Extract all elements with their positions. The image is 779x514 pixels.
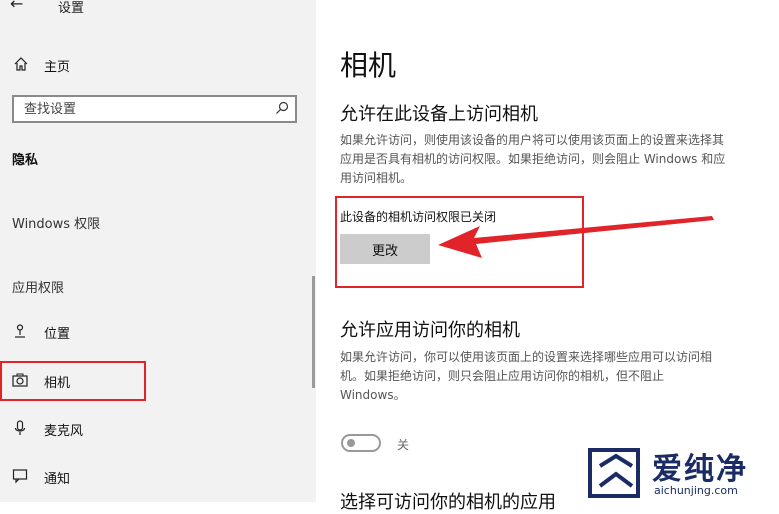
notification-icon <box>12 469 28 484</box>
sidebar-scrollbar[interactable] <box>312 276 315 388</box>
main-content: 相机 允许在此设备上访问相机 如果允许访问，则使用该设备的用户将可以使用该页面上… <box>316 0 779 513</box>
watermark-brand: 爱纯净 <box>652 452 748 487</box>
watermark: 爱纯净 aichunjing.com <box>586 444 779 502</box>
microphone-icon <box>14 420 26 435</box>
search-box[interactable] <box>12 95 297 123</box>
sidebar-item-label: 位置 <box>44 327 71 342</box>
camera-icon <box>12 373 28 387</box>
app-access-heading: 允许应用访问你的相机 <box>340 320 520 341</box>
search-input[interactable] <box>14 97 264 121</box>
section-windows-permissions: Windows 权限 <box>12 217 101 232</box>
choose-apps-heading: 选择可访问你的相机的应用 <box>340 492 556 513</box>
sidebar-item-notifications[interactable]: 通知 <box>0 456 316 496</box>
device-access-heading: 允许在此设备上访问相机 <box>340 104 538 125</box>
watermark-domain: aichunjing.com <box>654 484 738 497</box>
sidebar: ← 设置 主页 隐私 Windows 权限 应用权限 位置 相机 <box>0 0 316 502</box>
home-nav-item[interactable]: 主页 <box>0 50 316 80</box>
window-title: 设置 <box>58 1 85 16</box>
section-app-permissions: 应用权限 <box>12 281 65 296</box>
search-icon[interactable] <box>275 101 289 115</box>
app-access-description: 如果允许访问，你可以使用该页面上的设置来选择哪些应用可以访问相 机。如果拒绝访问… <box>340 350 713 402</box>
device-access-description: 如果允许访问，则使用该设备的用户将可以使用该页面上的设置来选择其 应用是否具有相… <box>340 133 726 185</box>
back-arrow-icon[interactable]: ← <box>10 0 23 13</box>
sidebar-item-camera[interactable]: 相机 <box>0 360 316 400</box>
watermark-logo-icon <box>588 448 640 498</box>
sidebar-item-location[interactable]: 位置 <box>0 311 316 351</box>
change-button[interactable]: 更改 <box>340 234 430 264</box>
home-icon <box>14 57 28 71</box>
app-access-toggle-label: 关 <box>397 438 410 452</box>
title-bar: ← 设置 <box>0 0 316 20</box>
annotation-arrow <box>438 216 714 258</box>
sidebar-item-microphone[interactable]: 麦克风 <box>0 408 316 448</box>
section-privacy: 隐私 <box>12 153 39 168</box>
app-access-toggle[interactable] <box>341 434 381 452</box>
toggle-knob <box>347 439 355 447</box>
sidebar-item-label: 相机 <box>44 376 71 391</box>
home-label: 主页 <box>44 60 71 75</box>
sidebar-item-label: 麦克风 <box>44 424 84 439</box>
page-title: 相机 <box>340 49 397 82</box>
sidebar-item-label: 通知 <box>44 472 71 487</box>
location-icon <box>15 324 25 338</box>
